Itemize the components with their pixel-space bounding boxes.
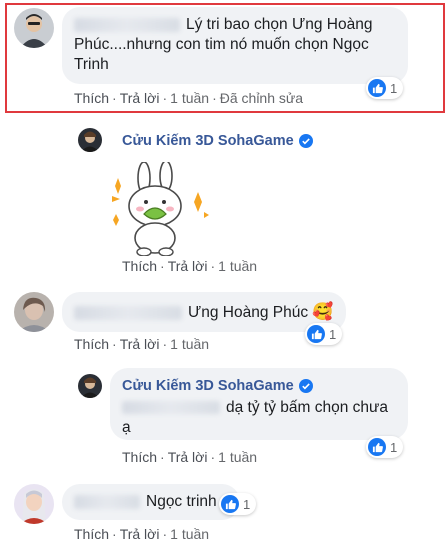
smiling-face-with-hearts-emoji: 🥰	[312, 302, 334, 321]
comment-bubble: Cửu Kiếm 3D SohaGame dạ tỷ tỷ bấm chọn c…	[110, 368, 408, 440]
mentioned-name-blurred[interactable]	[122, 401, 220, 415]
like-icon	[221, 495, 239, 513]
page-author[interactable]: Cửu Kiếm 3D SohaGame	[122, 132, 313, 150]
timestamp[interactable]: 1 tuần	[218, 258, 257, 274]
bunny-sticker[interactable]	[110, 160, 210, 257]
reaction-count[interactable]: 1	[366, 77, 404, 99]
avatar[interactable]	[14, 484, 54, 524]
reply-link[interactable]: Trả lời	[168, 258, 208, 274]
reply-link[interactable]: Trả lời	[120, 526, 160, 542]
like-link[interactable]: Thích	[74, 90, 109, 106]
comment-bubble: Ưng Hoàng Phúc 🥰	[62, 292, 346, 332]
like-link[interactable]: Thích	[122, 258, 157, 274]
comment-text: Ưng Hoàng Phúc	[188, 304, 309, 321]
author-name-blurred[interactable]	[74, 17, 180, 32]
timestamp[interactable]: 1 tuần	[218, 449, 257, 465]
reaction-count[interactable]: 1	[305, 323, 343, 345]
timestamp[interactable]: 1 tuần	[170, 90, 209, 106]
reply-link[interactable]: Trả lời	[168, 449, 208, 465]
like-link[interactable]: Thích	[122, 449, 157, 465]
comment-actions: Thích · Trả lời · 1 tuần	[74, 526, 210, 542]
reaction-count[interactable]: 1	[366, 436, 404, 458]
like-icon	[368, 438, 386, 456]
verified-icon	[298, 379, 313, 393]
comment-bubble: Ngọc trinh	[62, 484, 240, 520]
timestamp[interactable]: 1 tuần	[170, 526, 209, 542]
verified-icon	[298, 134, 313, 148]
comment-text: Ngọc trinh	[146, 493, 217, 510]
reply-link[interactable]: Trả lời	[120, 90, 160, 106]
comment-actions: Thích · Trả lời · 1 tuần	[122, 258, 258, 274]
page-author[interactable]: Cửu Kiếm 3D SohaGame	[122, 376, 396, 396]
like-link[interactable]: Thích	[74, 336, 109, 352]
reply-link[interactable]: Trả lời	[120, 336, 160, 352]
page-avatar[interactable]	[78, 128, 102, 152]
comment-actions: Thích · Trả lời · 1 tuần	[74, 336, 210, 352]
comment-actions: Thích · Trả lời · 1 tuần	[122, 449, 258, 465]
reaction-count[interactable]: 1	[219, 493, 257, 515]
page-avatar[interactable]	[78, 374, 102, 398]
avatar[interactable]	[14, 8, 54, 48]
author-name-blurred[interactable]	[74, 494, 140, 509]
like-icon	[368, 79, 386, 97]
like-icon	[307, 325, 325, 343]
avatar[interactable]	[14, 292, 54, 332]
edited-label[interactable]: Đã chỉnh sửa	[220, 90, 303, 106]
comment-bubble: Lý tri bao chọn Ưng Hoàng Phúc....nhưng …	[62, 7, 408, 84]
like-link[interactable]: Thích	[74, 526, 109, 542]
author-name-blurred[interactable]	[74, 305, 182, 320]
comment-actions: Thích · Trả lời · 1 tuần · Đã chỉnh sửa	[74, 90, 304, 106]
timestamp[interactable]: 1 tuần	[170, 336, 209, 352]
